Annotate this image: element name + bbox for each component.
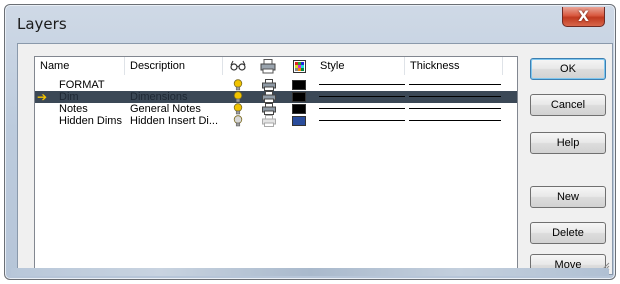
layer-color-swatch[interactable] (292, 80, 306, 90)
new-button[interactable]: New (530, 186, 606, 208)
layer-thickness-line[interactable] (409, 96, 501, 97)
window-frame-bottom (11, 268, 609, 276)
printer-on-icon[interactable] (262, 103, 276, 115)
lightbulb-on-icon[interactable] (233, 91, 243, 103)
column-header-thickness[interactable]: Thickness (405, 57, 503, 75)
layer-thickness-line[interactable] (409, 108, 501, 109)
layer-color-swatch[interactable] (292, 92, 306, 102)
column-header-description[interactable]: Description (125, 57, 223, 75)
layer-thickness-line[interactable] (409, 120, 501, 121)
column-header-style[interactable]: Style (315, 57, 405, 75)
layer-style-line[interactable] (319, 120, 405, 121)
layer-name: FORMAT (59, 79, 105, 91)
layer-thickness-line[interactable] (409, 84, 501, 85)
layer-row[interactable]: Notes General Notes (35, 103, 517, 115)
lightbulb-on-icon[interactable] (233, 79, 243, 91)
delete-button[interactable]: Delete (530, 222, 606, 244)
color-grid-icon[interactable] (283, 59, 315, 73)
printer-on-icon[interactable] (262, 91, 276, 103)
cancel-button[interactable]: Cancel (530, 94, 606, 116)
layer-name: Notes (59, 103, 88, 115)
ok-button[interactable]: OK (530, 58, 606, 80)
layer-style-line[interactable] (319, 108, 405, 109)
list-header: Name Description Style Thickness (35, 57, 517, 75)
printer-on-icon[interactable] (262, 79, 276, 91)
column-header-name[interactable]: Name (35, 57, 125, 75)
layer-description: General Notes (130, 103, 201, 115)
layer-row[interactable]: ➔ Dim Dimensions (35, 91, 517, 103)
layer-row[interactable]: FORMAT (35, 79, 517, 91)
layer-style-line[interactable] (319, 96, 405, 97)
printer-off-icon[interactable] (262, 115, 276, 127)
dialog-body: Name Description Style Thickness FORMAT … (17, 43, 613, 276)
current-layer-arrow-icon: ➔ (37, 90, 48, 104)
dialog-title: Layers (17, 15, 67, 33)
layer-description: Hidden Insert Di... (130, 115, 219, 127)
layer-color-swatch[interactable] (292, 116, 306, 126)
layers-dialog: Layers X Name Description Style Thicknes… (4, 4, 616, 280)
layer-description (130, 79, 222, 91)
layer-description: Dimensions (130, 91, 188, 103)
layer-row[interactable]: Hidden Dims Hidden Insert Di... (35, 115, 517, 127)
layer-name: Hidden Dims (59, 115, 122, 127)
layers-list[interactable]: Name Description Style Thickness FORMAT … (34, 56, 518, 276)
layer-style-line[interactable] (319, 84, 405, 85)
close-icon: X (578, 8, 589, 25)
layer-color-swatch[interactable] (292, 104, 306, 114)
lightbulb-off-icon[interactable] (233, 115, 243, 127)
close-button[interactable]: X (562, 7, 605, 27)
eyeglasses-icon[interactable] (223, 59, 253, 73)
lightbulb-on-icon[interactable] (233, 103, 243, 115)
layer-name: Dim (59, 91, 79, 103)
help-button[interactable]: Help (530, 132, 606, 154)
printer-icon[interactable] (253, 58, 283, 73)
